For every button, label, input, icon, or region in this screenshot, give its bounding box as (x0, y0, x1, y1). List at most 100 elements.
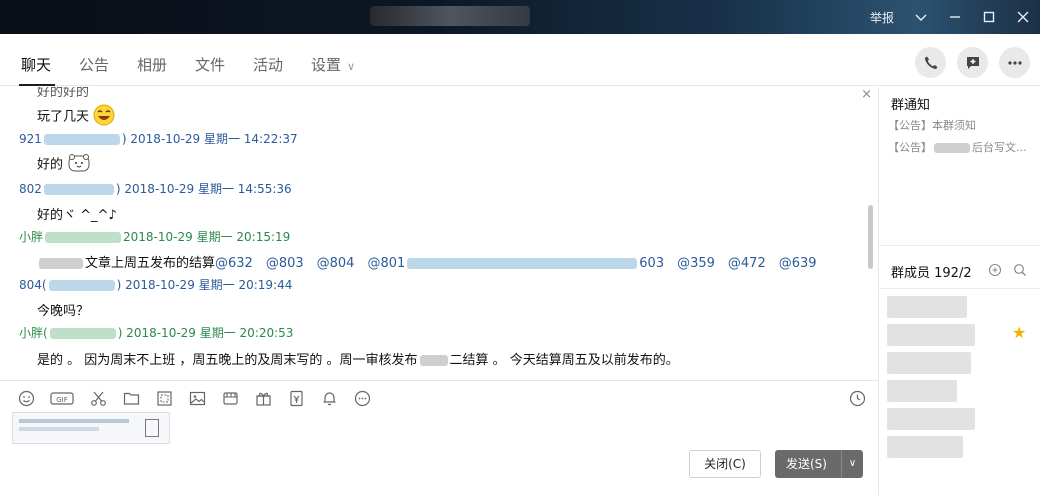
message-text-content: 二结算 。 今天结算周五及以前发布的。 (449, 353, 679, 368)
message-header: 小胖() 2018-10-29 星期一 20:20:53 (19, 324, 293, 341)
attached-image-thumbnail[interactable] (12, 412, 170, 444)
message-text: 好的好的 (37, 87, 90, 100)
svg-text:GIF: GIF (56, 396, 68, 404)
tab-settings[interactable]: 设置 ∨ (311, 54, 355, 75)
message-blurred-segment (39, 258, 83, 269)
gif-icon[interactable]: GIF (50, 389, 74, 407)
phone-icon (924, 56, 937, 69)
emoji-icon[interactable] (17, 389, 35, 407)
image-icon[interactable] (188, 389, 206, 407)
sidebar-divider (878, 87, 879, 495)
send-options-dropdown[interactable]: ∨ (841, 450, 863, 478)
gift-icon[interactable] (254, 389, 272, 407)
chevron-down-icon: ∨ (347, 60, 356, 73)
sender-name-blurred (43, 134, 120, 145)
phone-call-button[interactable] (915, 47, 946, 78)
red-packet-icon[interactable] (287, 389, 305, 407)
chat-plus-icon (966, 56, 979, 69)
close-button[interactable]: 关闭(C) (689, 450, 761, 478)
mention-list[interactable]: @632 @803 @804 @801 (215, 256, 405, 271)
thumbnail-content (19, 427, 99, 431)
clock-icon[interactable] (848, 389, 866, 407)
message-text: 玩了几天 (37, 104, 115, 130)
member-actions (988, 263, 1027, 281)
window-title-blurred (370, 6, 530, 26)
minimize-icon[interactable] (948, 10, 962, 24)
message-header: 804( ) 2018-10-29 星期一 20:19:44 (19, 276, 292, 293)
message-text-content: 玩了几天 (37, 109, 90, 125)
scissors-icon[interactable] (89, 389, 107, 407)
tab-album[interactable]: 相册 (137, 54, 167, 75)
message-timestamp: 2018-10-29 星期一 20:15:19 (123, 230, 291, 244)
mention-blurred-segment (407, 258, 638, 269)
window-controls: 举报 (870, 0, 1030, 34)
member-item-blurred[interactable] (887, 296, 967, 318)
group-notice-title[interactable]: 群通知 (891, 94, 930, 113)
tab-files[interactable]: 文件 (195, 54, 225, 75)
sidebar-separator (879, 288, 1040, 289)
mention-list[interactable]: 603 @359 @472 @639 (639, 256, 816, 271)
bear-emoji-icon (67, 153, 91, 177)
header-actions (915, 47, 1030, 78)
notice-prefix: 【公告】 (888, 141, 932, 154)
report-link[interactable]: 举报 (870, 9, 894, 26)
active-tab-indicator (19, 84, 55, 86)
star-icon: ★ (1012, 323, 1027, 342)
video-icon[interactable] (221, 389, 239, 407)
tab-chat[interactable]: 聊天 (21, 54, 51, 75)
member-item-blurred[interactable] (887, 380, 957, 402)
title-bar: 举报 (0, 0, 1040, 34)
tab-activities[interactable]: 活动 (253, 54, 283, 75)
tab-announcement[interactable]: 公告 (79, 54, 109, 75)
input-divider (0, 380, 878, 381)
notice-text: 后台写文... (972, 141, 1027, 154)
thumbnail-icon (145, 419, 159, 437)
message-text-content: 文章上周五发布的结算 (85, 256, 216, 271)
group-notice-item[interactable]: 【公告】 后台写文... (888, 139, 1027, 155)
more-icon (1007, 60, 1022, 65)
thumbnail-content (19, 419, 129, 423)
message-text-content: 是的 。 因为周末不上班 ，周五晚上的及周末写的 。周一审核发布 (37, 353, 418, 368)
member-item-blurred[interactable] (887, 436, 963, 458)
new-message-button[interactable] (957, 47, 988, 78)
bell-icon[interactable] (320, 389, 338, 407)
member-item-blurred[interactable] (887, 408, 975, 430)
more-options-button[interactable] (999, 47, 1030, 78)
send-button[interactable]: 发送(S) ∨ (775, 450, 863, 478)
message-header: 小胖 2018-10-29 星期一 20:15:19 (19, 228, 290, 245)
more-options-icon[interactable] (353, 389, 371, 407)
input-toolbar: GIF (17, 389, 371, 407)
send-button-label: 发送(S) (786, 457, 827, 471)
sender-id: 802 (19, 182, 42, 196)
sender-name-blurred (48, 280, 115, 291)
notice-blurred-segment (934, 143, 970, 153)
chevron-down-icon[interactable] (914, 10, 928, 24)
folder-icon[interactable] (122, 389, 140, 407)
chat-scrollbar[interactable] (868, 205, 873, 269)
maximize-icon[interactable] (982, 10, 996, 24)
sender-id: 804( (19, 278, 47, 292)
message-text: 是的 。 因为周末不上班 ，周五晚上的及周末写的 。周一审核发布 二结算 。 今天… (37, 349, 679, 368)
sender-name-blurred (45, 232, 122, 243)
sidebar-separator (879, 245, 1040, 246)
message-text: 今晚吗？ (37, 304, 90, 319)
member-item-blurred[interactable] (887, 324, 975, 346)
chat-history[interactable]: × 好的好的 玩了几天 921) 2018-10-29 星期一 14:22:37… (0, 87, 878, 380)
sender-name-blurred (49, 328, 116, 339)
sender-name-blurred (43, 184, 114, 195)
message-text: 文章上周五发布的结算@632 @803 @804 @801 603 @359 @4… (37, 252, 817, 271)
close-icon[interactable]: × (861, 87, 872, 102)
message-timestamp: ) 2018-10-29 星期一 20:19:44 (116, 278, 293, 292)
group-members-title: 群成员 192/2 (891, 266, 972, 281)
screenshot-icon[interactable] (155, 389, 173, 407)
message-timestamp: ) 2018-10-29 星期一 14:55:36 (115, 182, 292, 196)
close-icon[interactable] (1016, 10, 1030, 24)
message-blurred-segment (419, 355, 448, 366)
tab-settings-label: 设置 (311, 56, 342, 74)
sender-id: 小胖 (19, 230, 44, 244)
search-icon[interactable] (1013, 263, 1027, 281)
member-item-blurred[interactable] (887, 352, 971, 374)
add-member-icon[interactable] (988, 263, 1002, 281)
message-text: 好的 (37, 153, 91, 177)
group-notice-item[interactable]: 【公告】本群须知 (888, 117, 976, 133)
